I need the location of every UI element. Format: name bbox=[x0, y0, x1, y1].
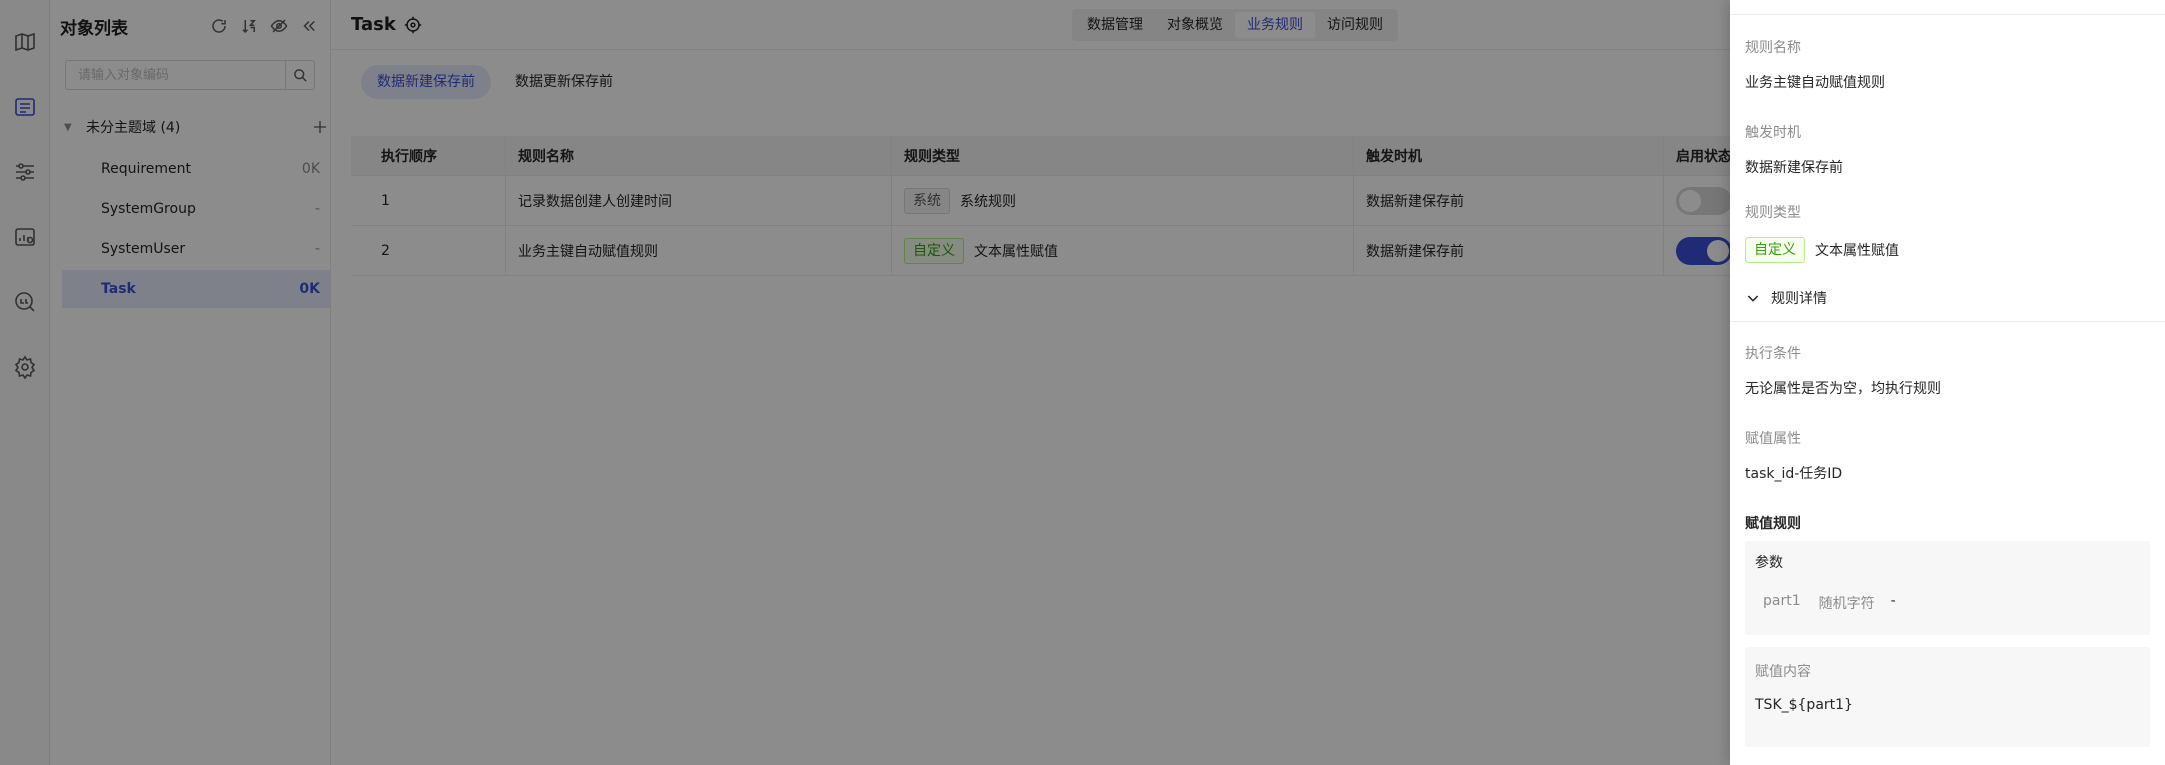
condition-value: 无论属性是否为空，均执行规则 bbox=[1745, 381, 1941, 397]
content-label: 赋值内容 bbox=[1755, 664, 1811, 680]
params-label: 参数 bbox=[1755, 555, 1783, 571]
params-box: 参数 part1 随机字符 - bbox=[1745, 541, 2150, 635]
rule-name-value: 业务主键自动赋值规则 bbox=[1745, 75, 1885, 91]
rule-detail-title: 规则详情 bbox=[1771, 291, 1827, 307]
content-box: 赋值内容 TSK_${part1} bbox=[1745, 647, 2150, 747]
rule-detail-section-header[interactable]: 规则详情 bbox=[1745, 288, 1827, 308]
rule-type-value: 自定义 文本属性赋值 bbox=[1745, 237, 1899, 263]
assign-attr-label: 赋值属性 bbox=[1745, 431, 1801, 447]
assign-attr-value: task_id-任务ID bbox=[1745, 466, 1843, 482]
rule-detail-drawer: 规则名称 业务主键自动赋值规则 触发时机 数据新建保存前 规则类型 自定义 文本… bbox=[1730, 0, 2165, 765]
rule-type-text: 文本属性赋值 bbox=[1815, 243, 1899, 259]
assign-rule-label: 赋值规则 bbox=[1745, 516, 1801, 532]
trigger-value: 数据新建保存前 bbox=[1745, 160, 1843, 176]
content-value: TSK_${part1} bbox=[1755, 697, 1853, 713]
param-kind: 随机字符 bbox=[1818, 596, 1875, 612]
param-name: part1 bbox=[1763, 593, 1801, 609]
chevron-down-icon bbox=[1747, 295, 1759, 302]
condition-label: 执行条件 bbox=[1745, 346, 1801, 362]
drawer-divider bbox=[1730, 14, 2165, 15]
trigger-label: 触发时机 bbox=[1745, 125, 1801, 141]
param-value: - bbox=[1890, 593, 1896, 609]
rule-type-label: 规则类型 bbox=[1745, 205, 1801, 221]
rule-name-label: 规则名称 bbox=[1745, 40, 1801, 56]
param-row: part1 随机字符 - bbox=[1763, 593, 1896, 613]
section-divider bbox=[1730, 321, 2165, 322]
custom-tag: 自定义 bbox=[1745, 237, 1805, 263]
